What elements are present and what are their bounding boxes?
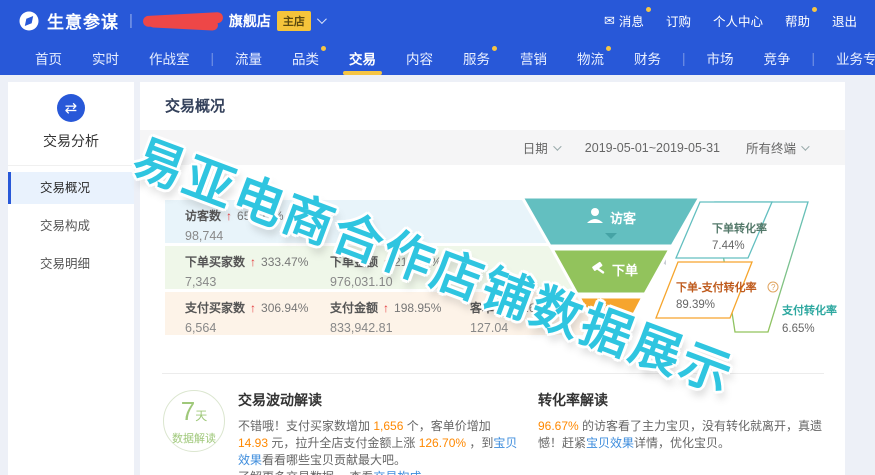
notification-dot [646, 7, 651, 12]
badge-dot [492, 46, 497, 51]
nav-content[interactable]: 内容 [404, 41, 435, 75]
metric-value: 976,031.10 [330, 275, 441, 289]
main-nav: 首页 实时 作战室 | 流量 品类 交易 内容 服务 营销 物流 财务 | 市场… [0, 41, 875, 75]
metric-pay-buyers: 支付买家数 ↑ 306.94% 6,564 [185, 299, 308, 335]
nav-marketing[interactable]: 营销 [518, 41, 549, 75]
order-rate-label: 下单转化率 [712, 221, 767, 235]
app-window: 生意参谋 | 旗舰店 主店 ✉ 消息 订购 个人中心 帮助 [0, 0, 875, 475]
metric-value: 98,744 [185, 229, 284, 243]
funnel-pay-label: 支付 [599, 310, 622, 324]
metric-order-amount: 下单金额 ↑ 216.78% 976,031.10 [330, 253, 441, 289]
nav-logistics[interactable]: 物流 [575, 41, 606, 75]
funnel-order-label: 下单 [612, 263, 638, 278]
funnel-order-segment [552, 249, 670, 294]
notification-dot [812, 7, 817, 12]
profile-link[interactable]: 个人中心 [713, 11, 763, 30]
redacted-shop-name [143, 13, 223, 29]
order-pay-rate-label: 下单-支付转化率 [676, 280, 757, 294]
conversion-funnel: 访客 下单 支付 下单转化率 7.44% 下单-支付转化率 ? 89.39% 支… [500, 190, 850, 347]
insight-text: 不错哦！支付买家数增加 1,656 个，客单价增加 14.93 元，拉升全店支付… [238, 418, 520, 475]
header-actions: ✉ 消息 订购 个人中心 帮助 退出 [604, 11, 857, 30]
nav-separator: | [211, 51, 215, 66]
funnel-visitor-label: 访客 [610, 211, 637, 226]
metric-visitors: 访客数 ↑ 650.11% 98,744 [185, 207, 284, 243]
sidebar-item-trade-detail[interactable]: 交易明细 [8, 248, 134, 280]
compass-icon [18, 10, 40, 32]
metric-value: 833,942.81 [330, 321, 441, 335]
chevron-down-icon [317, 14, 327, 24]
trade-analysis-icon: ⇄ [57, 94, 85, 122]
nav-warroom[interactable]: 作战室 [147, 41, 192, 75]
brand-name: 生意参谋 [47, 8, 119, 33]
nav-home[interactable]: 首页 [33, 41, 64, 75]
insight-title: 转化率解读 [538, 390, 830, 410]
terminal-dropdown[interactable]: 所有终端 [746, 138, 807, 157]
seven-day-badge: 7天 数据解读 [163, 390, 225, 452]
order-rate-value: 7.44% [712, 240, 745, 252]
increase-count: 1,656 [373, 419, 403, 433]
conversion-insight: 转化率解读 96.67% 的访客看了主力宝贝，没有转化就离开，真遗憾！赶紧宝贝效… [538, 390, 830, 452]
up-arrow-icon: ↑ [383, 301, 389, 315]
page-title: 交易概况 [165, 95, 225, 116]
trade-fluctuation-insight: 交易波动解读 不错哦！支付买家数增加 1,656 个，客单价增加 14.93 元… [238, 390, 520, 475]
order-pay-rate-value: 89.39% [676, 299, 715, 311]
chevron-down-icon [553, 142, 561, 150]
pay-rate-value: 6.65% [782, 323, 815, 335]
svg-text:?: ? [771, 283, 776, 292]
sidebar-item-trade-overview[interactable]: 交易概况 [8, 172, 134, 204]
nav-business-zone[interactable]: 业务专区 [834, 41, 875, 75]
up-arrow-icon: ↑ [250, 255, 256, 269]
header-divider: | [129, 12, 133, 29]
metric-pay-amount: 支付金额 ↑ 198.95% 833,942.81 [330, 299, 441, 335]
logout-link[interactable]: 退出 [832, 11, 857, 30]
nav-traffic[interactable]: 流量 [233, 41, 264, 75]
badge-dot [321, 46, 326, 51]
sidebar-title: 交易分析 [8, 131, 134, 151]
up-arrow-icon: ↑ [226, 209, 232, 223]
metric-value: 7,343 [185, 275, 308, 289]
messages-link[interactable]: ✉ 消息 [604, 11, 644, 30]
pay-rate-label: 支付转化率 [781, 303, 837, 317]
nav-separator: | [812, 51, 816, 66]
date-range-value[interactable]: 2019-05-01~2019-05-31 [585, 141, 720, 155]
date-filter-dropdown[interactable]: 日期 [523, 138, 559, 157]
insight-title: 交易波动解读 [238, 390, 520, 410]
shop-name-suffix: 旗舰店 [229, 11, 271, 31]
section-divider [162, 373, 824, 374]
up-arrow-icon: ↑ [250, 301, 256, 315]
chevron-down-icon [801, 142, 809, 150]
up-arrow-icon: ↑ [383, 255, 389, 269]
filter-bar: 日期 2019-05-01~2019-05-31 所有终端 [140, 130, 845, 165]
section-marker [150, 141, 153, 155]
nav-realtime[interactable]: 实时 [90, 41, 121, 75]
metric-order-buyers: 下单买家数 ↑ 333.47% 7,343 [185, 253, 308, 289]
sidebar-item-trade-composition[interactable]: 交易构成 [8, 210, 134, 242]
nav-finance[interactable]: 财务 [632, 41, 663, 75]
insight-text: 96.67% 的访客看了主力宝贝，没有转化就离开，真遗憾！赶紧宝贝效果详情，优化… [538, 418, 830, 452]
sidebar: ⇄ 交易分析 交易概况 交易构成 交易明细 [8, 82, 134, 475]
nav-separator: | [682, 51, 686, 66]
trade-composition-link[interactable]: 交易构成 [373, 470, 421, 475]
nav-competition[interactable]: 竞争 [762, 41, 793, 75]
increase-amount: 14.93 [238, 436, 268, 450]
nav-service[interactable]: 服务 [461, 41, 492, 75]
nav-market[interactable]: 市场 [705, 41, 736, 75]
item-effect-link[interactable]: 宝贝效果 [586, 436, 634, 450]
top-header: 生意参谋 | 旗舰店 主店 ✉ 消息 订购 个人中心 帮助 [0, 0, 875, 41]
shop-selector[interactable]: 旗舰店 主店 [143, 11, 324, 31]
help-link[interactable]: 帮助 [785, 11, 810, 30]
bounce-pct: 96.67% [538, 419, 579, 433]
nav-trade-active[interactable]: 交易 [347, 41, 378, 75]
metric-value: 6,564 [185, 321, 308, 335]
orders-link[interactable]: 订购 [666, 11, 691, 30]
envelope-icon: ✉ [604, 13, 615, 29]
brand-logo[interactable]: 生意参谋 [18, 8, 119, 33]
main-shop-badge: 主店 [277, 11, 311, 31]
badge-dot [606, 46, 611, 51]
increase-pct: 126.70% [419, 436, 466, 450]
sidebar-header: ⇄ 交易分析 [8, 82, 134, 166]
main-content: 交易概况 日期 2019-05-01~2019-05-31 所有终端 访客数 ↑ [140, 82, 845, 475]
nav-category[interactable]: 品类 [290, 41, 321, 75]
